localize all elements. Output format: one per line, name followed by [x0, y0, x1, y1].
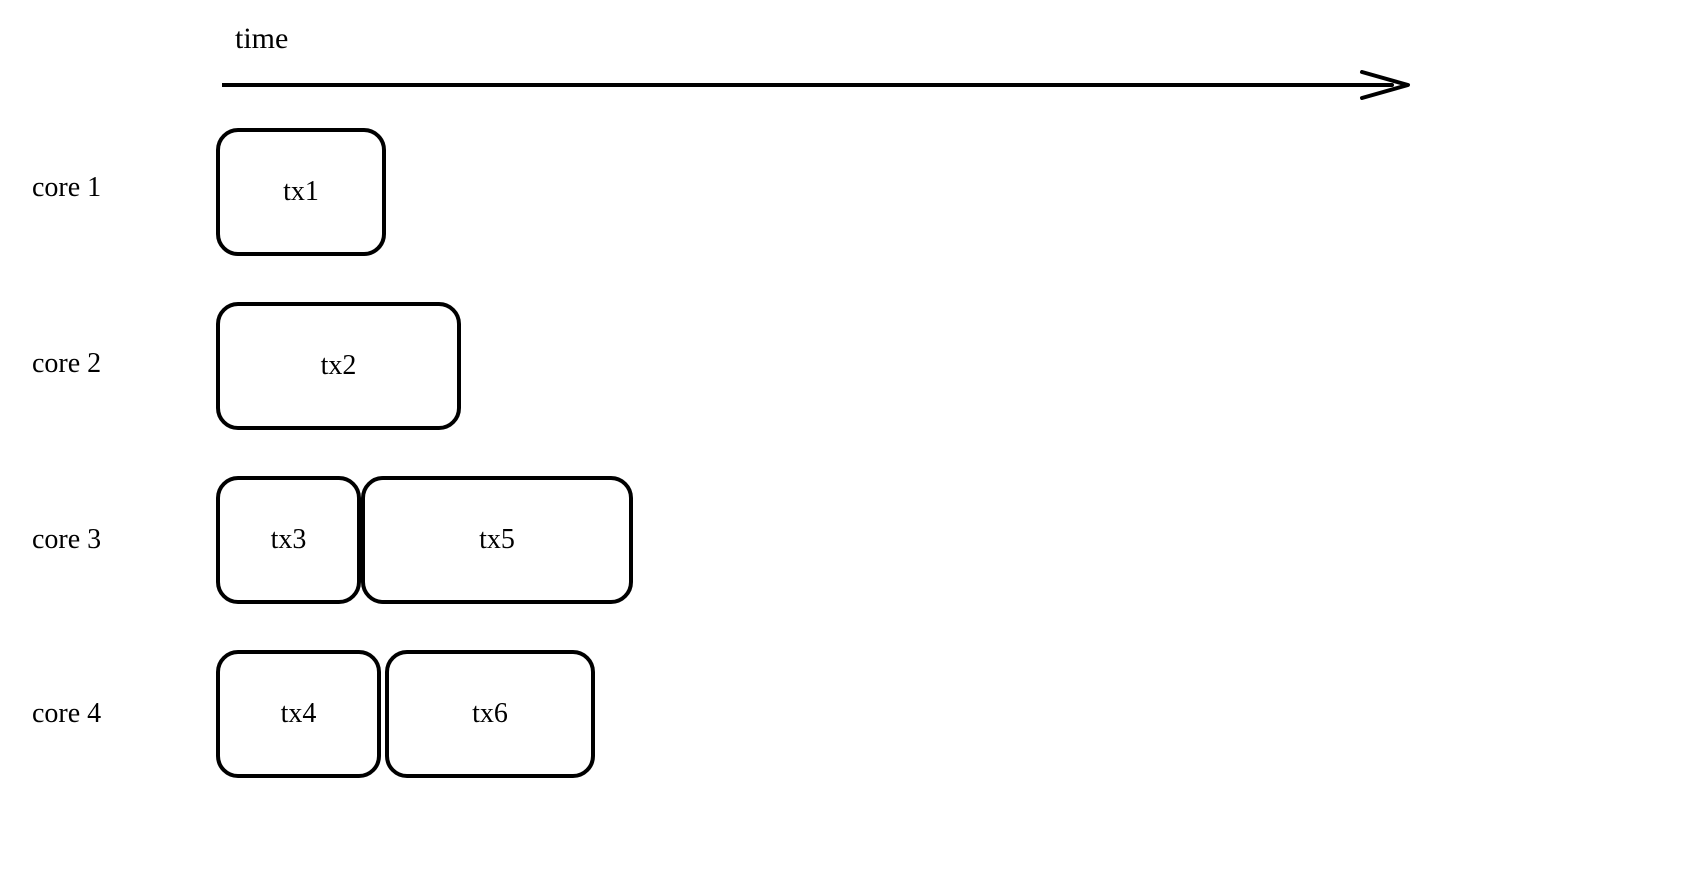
tx-box-tx2: tx2 [216, 302, 461, 430]
core-2-label: core 2 [32, 348, 101, 380]
tx-label: tx5 [479, 524, 515, 556]
time-axis-label: time [235, 22, 288, 56]
tx-label: tx3 [271, 524, 307, 556]
tx-box-tx3: tx3 [216, 476, 361, 604]
tx-box-tx1: tx1 [216, 128, 386, 256]
core-3-label: core 3 [32, 524, 101, 556]
tx-label: tx2 [321, 350, 357, 382]
time-arrow [222, 70, 1412, 100]
tx-box-tx4: tx4 [216, 650, 381, 778]
tx-label: tx1 [283, 176, 319, 208]
tx-label: tx6 [472, 698, 508, 730]
tx-box-tx5: tx5 [361, 476, 633, 604]
tx-label: tx4 [281, 698, 317, 730]
core-4-label: core 4 [32, 698, 101, 730]
core-1-label: core 1 [32, 172, 101, 204]
tx-box-tx6: tx6 [385, 650, 595, 778]
